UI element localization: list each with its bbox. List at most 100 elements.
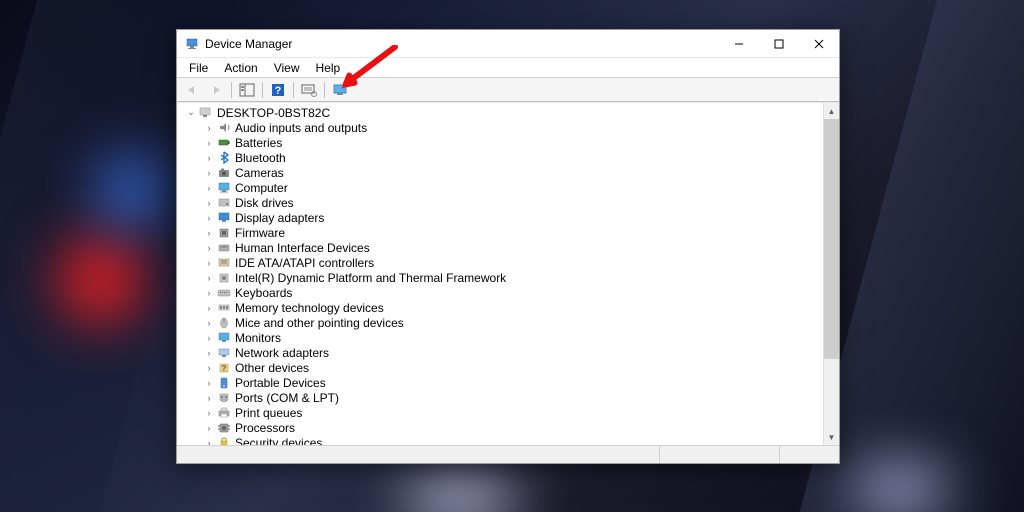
- chevron-right-icon[interactable]: ›: [203, 243, 215, 253]
- portable-icon: [216, 376, 232, 390]
- scroll-down-button[interactable]: ▼: [824, 429, 839, 445]
- tree-node-ports[interactable]: ›Ports (COM & LPT): [201, 390, 823, 405]
- tree-node-firmware[interactable]: › Firmware: [201, 225, 823, 240]
- chevron-right-icon[interactable]: ›: [203, 168, 215, 178]
- tree-node-battery[interactable]: ›Batteries: [201, 135, 823, 150]
- help-button[interactable]: ?: [267, 80, 289, 100]
- scroll-up-button[interactable]: ▲: [824, 103, 839, 119]
- chevron-right-icon[interactable]: ›: [203, 438, 215, 446]
- chevron-right-icon[interactable]: ›: [203, 153, 215, 163]
- tree-node-security[interactable]: ›Security devices: [201, 435, 823, 445]
- menu-view[interactable]: View: [266, 59, 308, 77]
- printer-icon: [216, 406, 232, 420]
- tree-node-label: Bluetooth: [235, 151, 286, 165]
- tree-node-label: Disk drives: [235, 196, 294, 210]
- menu-file[interactable]: File: [181, 59, 216, 77]
- device-tree[interactable]: ⌄ DESKTOP-0BST82C ›Audio inputs and outp…: [177, 103, 823, 445]
- svg-text:?: ?: [275, 85, 282, 97]
- minimize-button[interactable]: [719, 30, 759, 57]
- tree-node-ide[interactable]: ›IDE ATA/ATAPI controllers: [201, 255, 823, 270]
- forward-button: [205, 80, 227, 100]
- tree-node-network[interactable]: › Network adapters: [201, 345, 823, 360]
- tree-node-camera[interactable]: › Cameras: [201, 165, 823, 180]
- chevron-right-icon[interactable]: ›: [203, 333, 215, 343]
- chevron-right-icon[interactable]: ›: [203, 288, 215, 298]
- show-hide-tree-button[interactable]: [236, 80, 258, 100]
- computer-icon: [198, 106, 214, 120]
- tree-node-disk[interactable]: › Disk drives: [201, 195, 823, 210]
- computer-icon: [216, 181, 232, 195]
- tree-node-label: Monitors: [235, 331, 281, 345]
- tree-node-monitor[interactable]: › Monitors: [201, 330, 823, 345]
- menu-help[interactable]: Help: [308, 59, 349, 77]
- chevron-right-icon[interactable]: ›: [203, 228, 215, 238]
- keyboard-icon: [216, 286, 232, 300]
- chevron-right-icon[interactable]: ›: [203, 273, 215, 283]
- tree-node-label: Display adapters: [235, 211, 324, 225]
- tree-node-portable[interactable]: › Portable Devices: [201, 375, 823, 390]
- tree-node-label: Portable Devices: [235, 376, 326, 390]
- tree-node-label: Processors: [235, 421, 295, 435]
- window-controls: [719, 30, 839, 57]
- tree-node-label: Mice and other pointing devices: [235, 316, 404, 330]
- audio-icon: [216, 121, 232, 135]
- other-icon: ?: [216, 361, 232, 375]
- svg-text:?: ?: [222, 364, 227, 373]
- chevron-right-icon[interactable]: ›: [203, 378, 215, 388]
- tree-node-display[interactable]: › Display adapters: [201, 210, 823, 225]
- tree-node-label: Keyboards: [235, 286, 292, 300]
- chevron-right-icon[interactable]: ›: [203, 183, 215, 193]
- chevron-right-icon[interactable]: ›: [203, 348, 215, 358]
- chevron-right-icon[interactable]: ›: [203, 423, 215, 433]
- chevron-right-icon[interactable]: ›: [203, 408, 215, 418]
- tree-node-audio[interactable]: ›Audio inputs and outputs: [201, 120, 823, 135]
- tree-node-hid[interactable]: ›Human Interface Devices: [201, 240, 823, 255]
- tree-node-label: Cameras: [235, 166, 284, 180]
- tree-node-mouse[interactable]: › Mice and other pointing devices: [201, 315, 823, 330]
- tree-node-keyboard[interactable]: › Keyboards: [201, 285, 823, 300]
- tree-node-printer[interactable]: ›Print queues: [201, 405, 823, 420]
- content-area: ⌄ DESKTOP-0BST82C ›Audio inputs and outp…: [177, 102, 839, 445]
- tree-node-bluetooth[interactable]: › Bluetooth: [201, 150, 823, 165]
- scan-hardware-button[interactable]: [298, 80, 320, 100]
- firmware-icon: [216, 226, 232, 240]
- vertical-scrollbar[interactable]: ▲ ▼: [823, 103, 839, 445]
- mouse-icon: [216, 316, 232, 330]
- battery-icon: [216, 136, 232, 150]
- titlebar[interactable]: Device Manager: [177, 30, 839, 58]
- tree-node-memory[interactable]: › Memory technology devices: [201, 300, 823, 315]
- device-manager-icon: [185, 37, 199, 51]
- toolbar: ?: [177, 78, 839, 102]
- tree-root-label: DESKTOP-0BST82C: [217, 106, 330, 120]
- tree-node-label: Memory technology devices: [235, 301, 384, 315]
- tree-node-other[interactable]: ›? Other devices: [201, 360, 823, 375]
- chevron-right-icon[interactable]: ›: [203, 138, 215, 148]
- close-button[interactable]: [799, 30, 839, 57]
- window-title: Device Manager: [205, 37, 719, 51]
- chevron-right-icon[interactable]: ›: [203, 213, 215, 223]
- chevron-right-icon[interactable]: ›: [203, 258, 215, 268]
- tree-node-computer[interactable]: ›Computer: [201, 180, 823, 195]
- tree-node-intel[interactable]: ›Intel(R) Dynamic Platform and Thermal F…: [201, 270, 823, 285]
- maximize-button[interactable]: [759, 30, 799, 57]
- tree-node-label: Network adapters: [235, 346, 329, 360]
- tree-node-processor[interactable]: › Processors: [201, 420, 823, 435]
- tree-node-label: Other devices: [235, 361, 309, 375]
- chevron-right-icon[interactable]: ›: [203, 198, 215, 208]
- ports-icon: [216, 391, 232, 405]
- chevron-right-icon[interactable]: ›: [203, 123, 215, 133]
- chevron-right-icon[interactable]: ›: [203, 393, 215, 403]
- memory-icon: [216, 301, 232, 315]
- back-button: [181, 80, 203, 100]
- bluetooth-icon: [216, 151, 232, 165]
- chevron-right-icon[interactable]: ›: [203, 303, 215, 313]
- ide-icon: [216, 256, 232, 270]
- tree-root-node[interactable]: ⌄ DESKTOP-0BST82C: [183, 105, 823, 120]
- add-legacy-hardware-button[interactable]: [329, 80, 351, 100]
- chevron-right-icon[interactable]: ›: [203, 363, 215, 373]
- chevron-down-icon[interactable]: ⌄: [185, 107, 197, 118]
- scrollbar-thumb[interactable]: [824, 119, 839, 359]
- tree-node-label: Firmware: [235, 226, 285, 240]
- menu-action[interactable]: Action: [216, 59, 265, 77]
- chevron-right-icon[interactable]: ›: [203, 318, 215, 328]
